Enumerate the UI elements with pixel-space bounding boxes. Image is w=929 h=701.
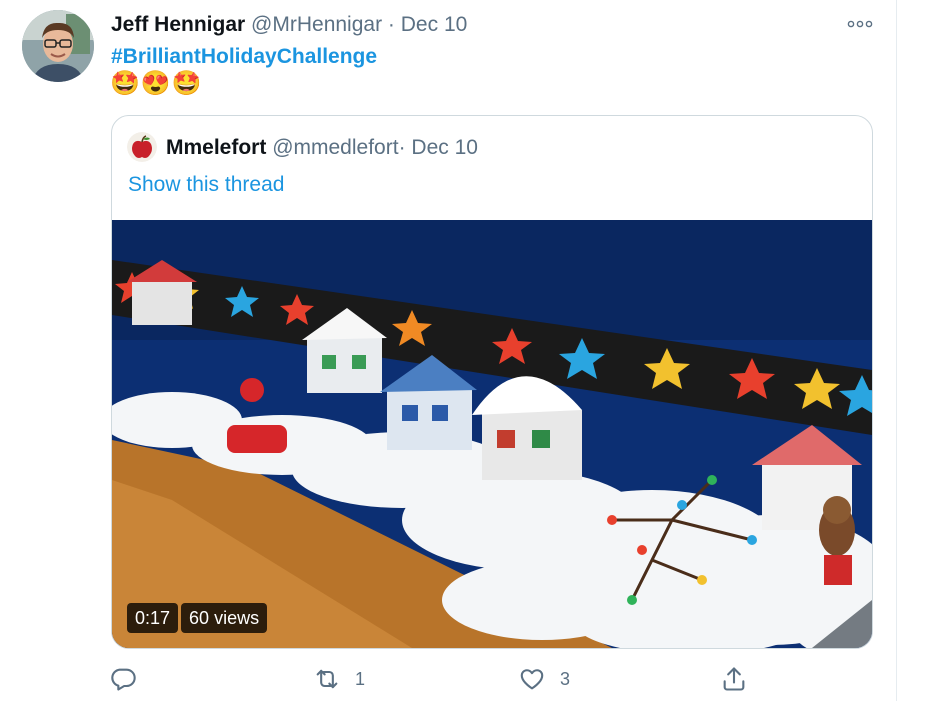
- reply-button[interactable]: [109, 662, 151, 696]
- like-button[interactable]: 3: [518, 662, 570, 696]
- tweet-actions: 1 3: [109, 662, 759, 696]
- header-separator: ·: [387, 13, 395, 36]
- quoted-author-name[interactable]: Mmelefort: [166, 136, 266, 159]
- avatar-image: [22, 10, 94, 82]
- tweet-date[interactable]: Dec 10: [401, 13, 468, 36]
- video-player[interactable]: 0:17 60 views: [112, 220, 872, 648]
- author-name[interactable]: Jeff Hennigar: [111, 13, 245, 36]
- tweet-header: Jeff Hennigar @MrHennigar · Dec 10: [111, 12, 467, 38]
- quoted-tweet-card[interactable]: Mmelefort @mmedlefort· Dec 10 Show this …: [111, 115, 873, 649]
- quoted-author-avatar[interactable]: [127, 132, 157, 162]
- quoted-tweet-header: Mmelefort @mmedlefort· Dec 10: [166, 135, 478, 161]
- video-views: 60 views: [181, 603, 268, 633]
- apple-icon: [127, 132, 157, 162]
- author-handle[interactable]: @MrHennigar: [251, 13, 382, 36]
- like-count: 3: [560, 668, 571, 689]
- heart-icon: [520, 669, 544, 690]
- quoted-tweet-date[interactable]: Dec 10: [411, 136, 478, 159]
- share-icon: [723, 667, 745, 691]
- share-button[interactable]: [720, 662, 762, 696]
- more-horizontal-icon[interactable]: [845, 16, 875, 32]
- red-sleigh: [227, 425, 287, 453]
- retweet-button[interactable]: 1: [313, 662, 365, 696]
- video-duration: 0:17: [127, 603, 179, 633]
- timeline-divider: [896, 0, 897, 701]
- show-thread-link[interactable]: Show this thread: [128, 172, 284, 198]
- author-avatar[interactable]: [22, 10, 94, 82]
- quoted-header-separator: ·: [398, 136, 406, 159]
- video-thumbnail: [112, 220, 872, 648]
- video-badges: 0:17 60 views: [127, 603, 268, 633]
- emoji-text: 🤩😍🤩: [110, 70, 203, 97]
- quoted-author-handle[interactable]: @mmedlefort: [272, 136, 398, 159]
- reply-icon: [111, 668, 136, 691]
- hashtag-link[interactable]: #BrilliantHolidayChallenge: [111, 44, 377, 70]
- retweet-icon: [316, 669, 338, 689]
- retweet-count: 1: [355, 668, 366, 689]
